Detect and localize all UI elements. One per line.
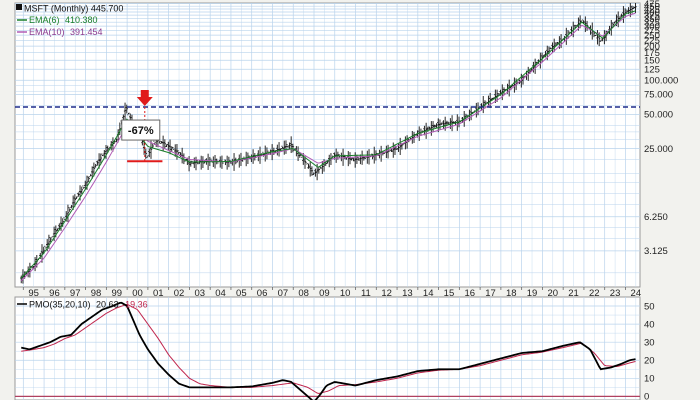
decline-label: -67% <box>128 125 154 137</box>
price-y-tick-label: 50.000 <box>644 110 673 121</box>
price-y-axis: 4754504254003753503253002752502252001751… <box>644 0 678 257</box>
price-y-tick-label: 6.250 <box>644 212 668 223</box>
pmo-panel: 50 40 30 20 10 0 PMO(35,20,10) 20.63 19.36 <box>14 296 655 400</box>
legend-ema6-label: EMA(6) <box>29 15 60 25</box>
price-panel-background <box>14 2 641 288</box>
legend-ema10-label: EMA(10) <box>29 27 65 37</box>
price-y-tick-label: 125 <box>644 65 660 76</box>
svg-text:EMA(10) 391.454: EMA(10) 391.454 <box>29 27 103 37</box>
legend-ema6-value: 410.380 <box>65 15 98 25</box>
legend-ema10-value: 391.454 <box>70 27 103 37</box>
pmo-y-tick-label: 0 <box>644 392 649 400</box>
pmo-y-axis: 50 40 30 20 10 0 <box>644 301 655 400</box>
svg-text:PMO(35,20,10) 20.63: PMO(35,20,10) 20.63 19.36 <box>29 300 148 310</box>
pmo-legend: PMO(35,20,10) 20.63 19.36 <box>17 300 148 310</box>
price-y-tick-label: 75.000 <box>644 90 673 101</box>
legend-pmo-value: 20.63 <box>96 300 119 310</box>
price-y-tick-label: 25.000 <box>644 144 673 155</box>
legend-signal-value: 19.36 <box>125 300 148 310</box>
price-y-tick-label: 100.000 <box>644 76 678 87</box>
decline-callout: -67% <box>121 119 161 141</box>
pmo-y-tick-label: 50 <box>644 301 655 312</box>
price-y-tick-label: 3.125 <box>644 246 668 257</box>
legend-price: MSFT (Monthly) 445.700 <box>24 4 123 14</box>
legend-pmo-label: PMO(35,20,10) <box>29 300 91 310</box>
price-panel: 4754504254003753503253002752502252001751… <box>14 0 678 299</box>
pmo-y-tick-label: 10 <box>644 374 655 385</box>
pmo-y-tick-label: 40 <box>644 319 655 330</box>
pmo-y-tick-label: 20 <box>644 356 655 367</box>
chart-canvas: 4754504254003753503253002752502252001751… <box>14 0 678 400</box>
chart-root: 475 450 425 400 375 350 325 300 275 250 225 200 175 1… <box>0 0 700 400</box>
pmo-y-tick-label: 30 <box>644 337 655 348</box>
